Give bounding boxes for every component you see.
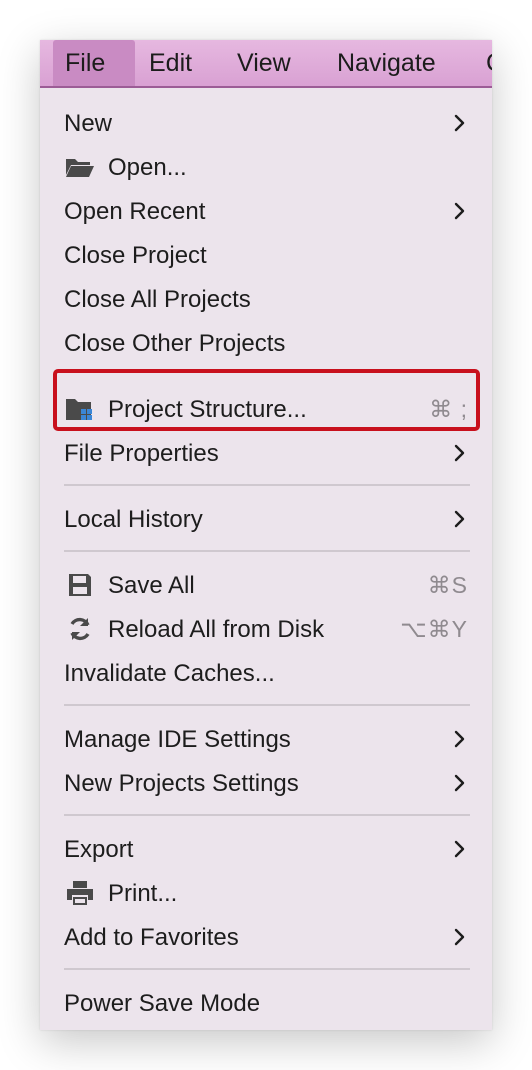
menu-item-power-save-mode[interactable]: Power Save Mode (40, 981, 492, 1025)
menu-item-open[interactable]: Open... (40, 145, 492, 189)
menu-item-label: Print... (108, 880, 178, 907)
menubar-edit[interactable]: Edit (137, 40, 204, 86)
menu-item-manage-ide-settings[interactable]: Manage IDE Settings (40, 717, 492, 761)
menu-item-print[interactable]: Print... (40, 871, 492, 915)
menu-item-file-properties[interactable]: File Properties (40, 431, 492, 475)
menubar: File Edit View Navigate C (40, 40, 492, 88)
menu-item-label: Close All Projects (64, 286, 251, 313)
menu-item-add-to-favorites[interactable]: Add to Favorites (40, 915, 492, 959)
chevron-right-icon (454, 928, 465, 946)
menu-item-project-structure[interactable]: Project Structure... ⌘ ; (40, 387, 492, 431)
menu-item-new[interactable]: New (40, 101, 492, 145)
menu-item-label: Add to Favorites (64, 924, 239, 951)
menu-item-local-history[interactable]: Local History (40, 497, 492, 541)
menu-item-reload-all-from-disk[interactable]: Reload All from Disk ⌥⌘Y (40, 607, 492, 651)
menu-item-label: Project Structure... (108, 396, 307, 423)
shortcut-hint: ⌘S (427, 572, 468, 598)
menubar-view[interactable]: View (225, 40, 303, 86)
menu-item-label: Invalidate Caches... (64, 660, 275, 687)
menu-divider (64, 550, 470, 552)
shortcut-hint: ⌥⌘Y (400, 616, 468, 642)
chevron-right-icon (454, 444, 465, 462)
menu-item-label: New Projects Settings (64, 770, 299, 797)
chevron-right-icon (454, 202, 465, 220)
menu-item-close-project[interactable]: Close Project (40, 233, 492, 277)
menu-item-label: Open... (108, 154, 187, 181)
chevron-right-icon (454, 774, 465, 792)
folder-open-icon (64, 154, 96, 180)
menu-item-close-all-projects[interactable]: Close All Projects (40, 277, 492, 321)
menu-divider (64, 968, 470, 970)
menu-divider (64, 484, 470, 486)
menubar-file[interactable]: File (53, 40, 135, 86)
menu-item-open-recent[interactable]: Open Recent (40, 189, 492, 233)
menu-item-invalidate-caches[interactable]: Invalidate Caches... (40, 651, 492, 695)
shortcut-hint: ⌘ ; (429, 396, 468, 422)
file-menu-window: File Edit View Navigate C New Open... Op… (40, 40, 492, 1030)
chevron-right-icon (454, 510, 465, 528)
chevron-right-icon (454, 730, 465, 748)
menu-item-label: Local History (64, 506, 203, 533)
menu-item-close-other-projects[interactable]: Close Other Projects (40, 321, 492, 365)
menu-item-export[interactable]: Export (40, 827, 492, 871)
chevron-right-icon (454, 840, 465, 858)
menu-divider (64, 704, 470, 706)
menu-divider (64, 814, 470, 816)
menu-item-label: File Properties (64, 440, 219, 467)
save-icon (64, 572, 96, 598)
menu-item-label: Save All (108, 572, 195, 599)
chevron-right-icon (454, 114, 465, 132)
menu-item-label: Power Save Mode (64, 990, 261, 1017)
menu-item-label: New (64, 110, 113, 137)
menu-item-new-projects-settings[interactable]: New Projects Settings (40, 761, 492, 805)
menubar-navigate[interactable]: Navigate (325, 40, 448, 86)
menu-item-label: Manage IDE Settings (64, 726, 291, 753)
project-structure-icon (64, 396, 96, 422)
menu-item-label: Export (64, 836, 134, 863)
menu-item-label: Close Project (64, 242, 207, 269)
reload-icon (64, 616, 96, 642)
menu-item-save-all[interactable]: Save All ⌘S (40, 563, 492, 607)
menu-item-label: Open Recent (64, 198, 206, 225)
menu-item-label: Reload All from Disk (108, 616, 325, 643)
menubar-code-truncated[interactable]: C (474, 40, 492, 86)
menu-item-label: Close Other Projects (64, 330, 286, 357)
printer-icon (64, 880, 96, 906)
